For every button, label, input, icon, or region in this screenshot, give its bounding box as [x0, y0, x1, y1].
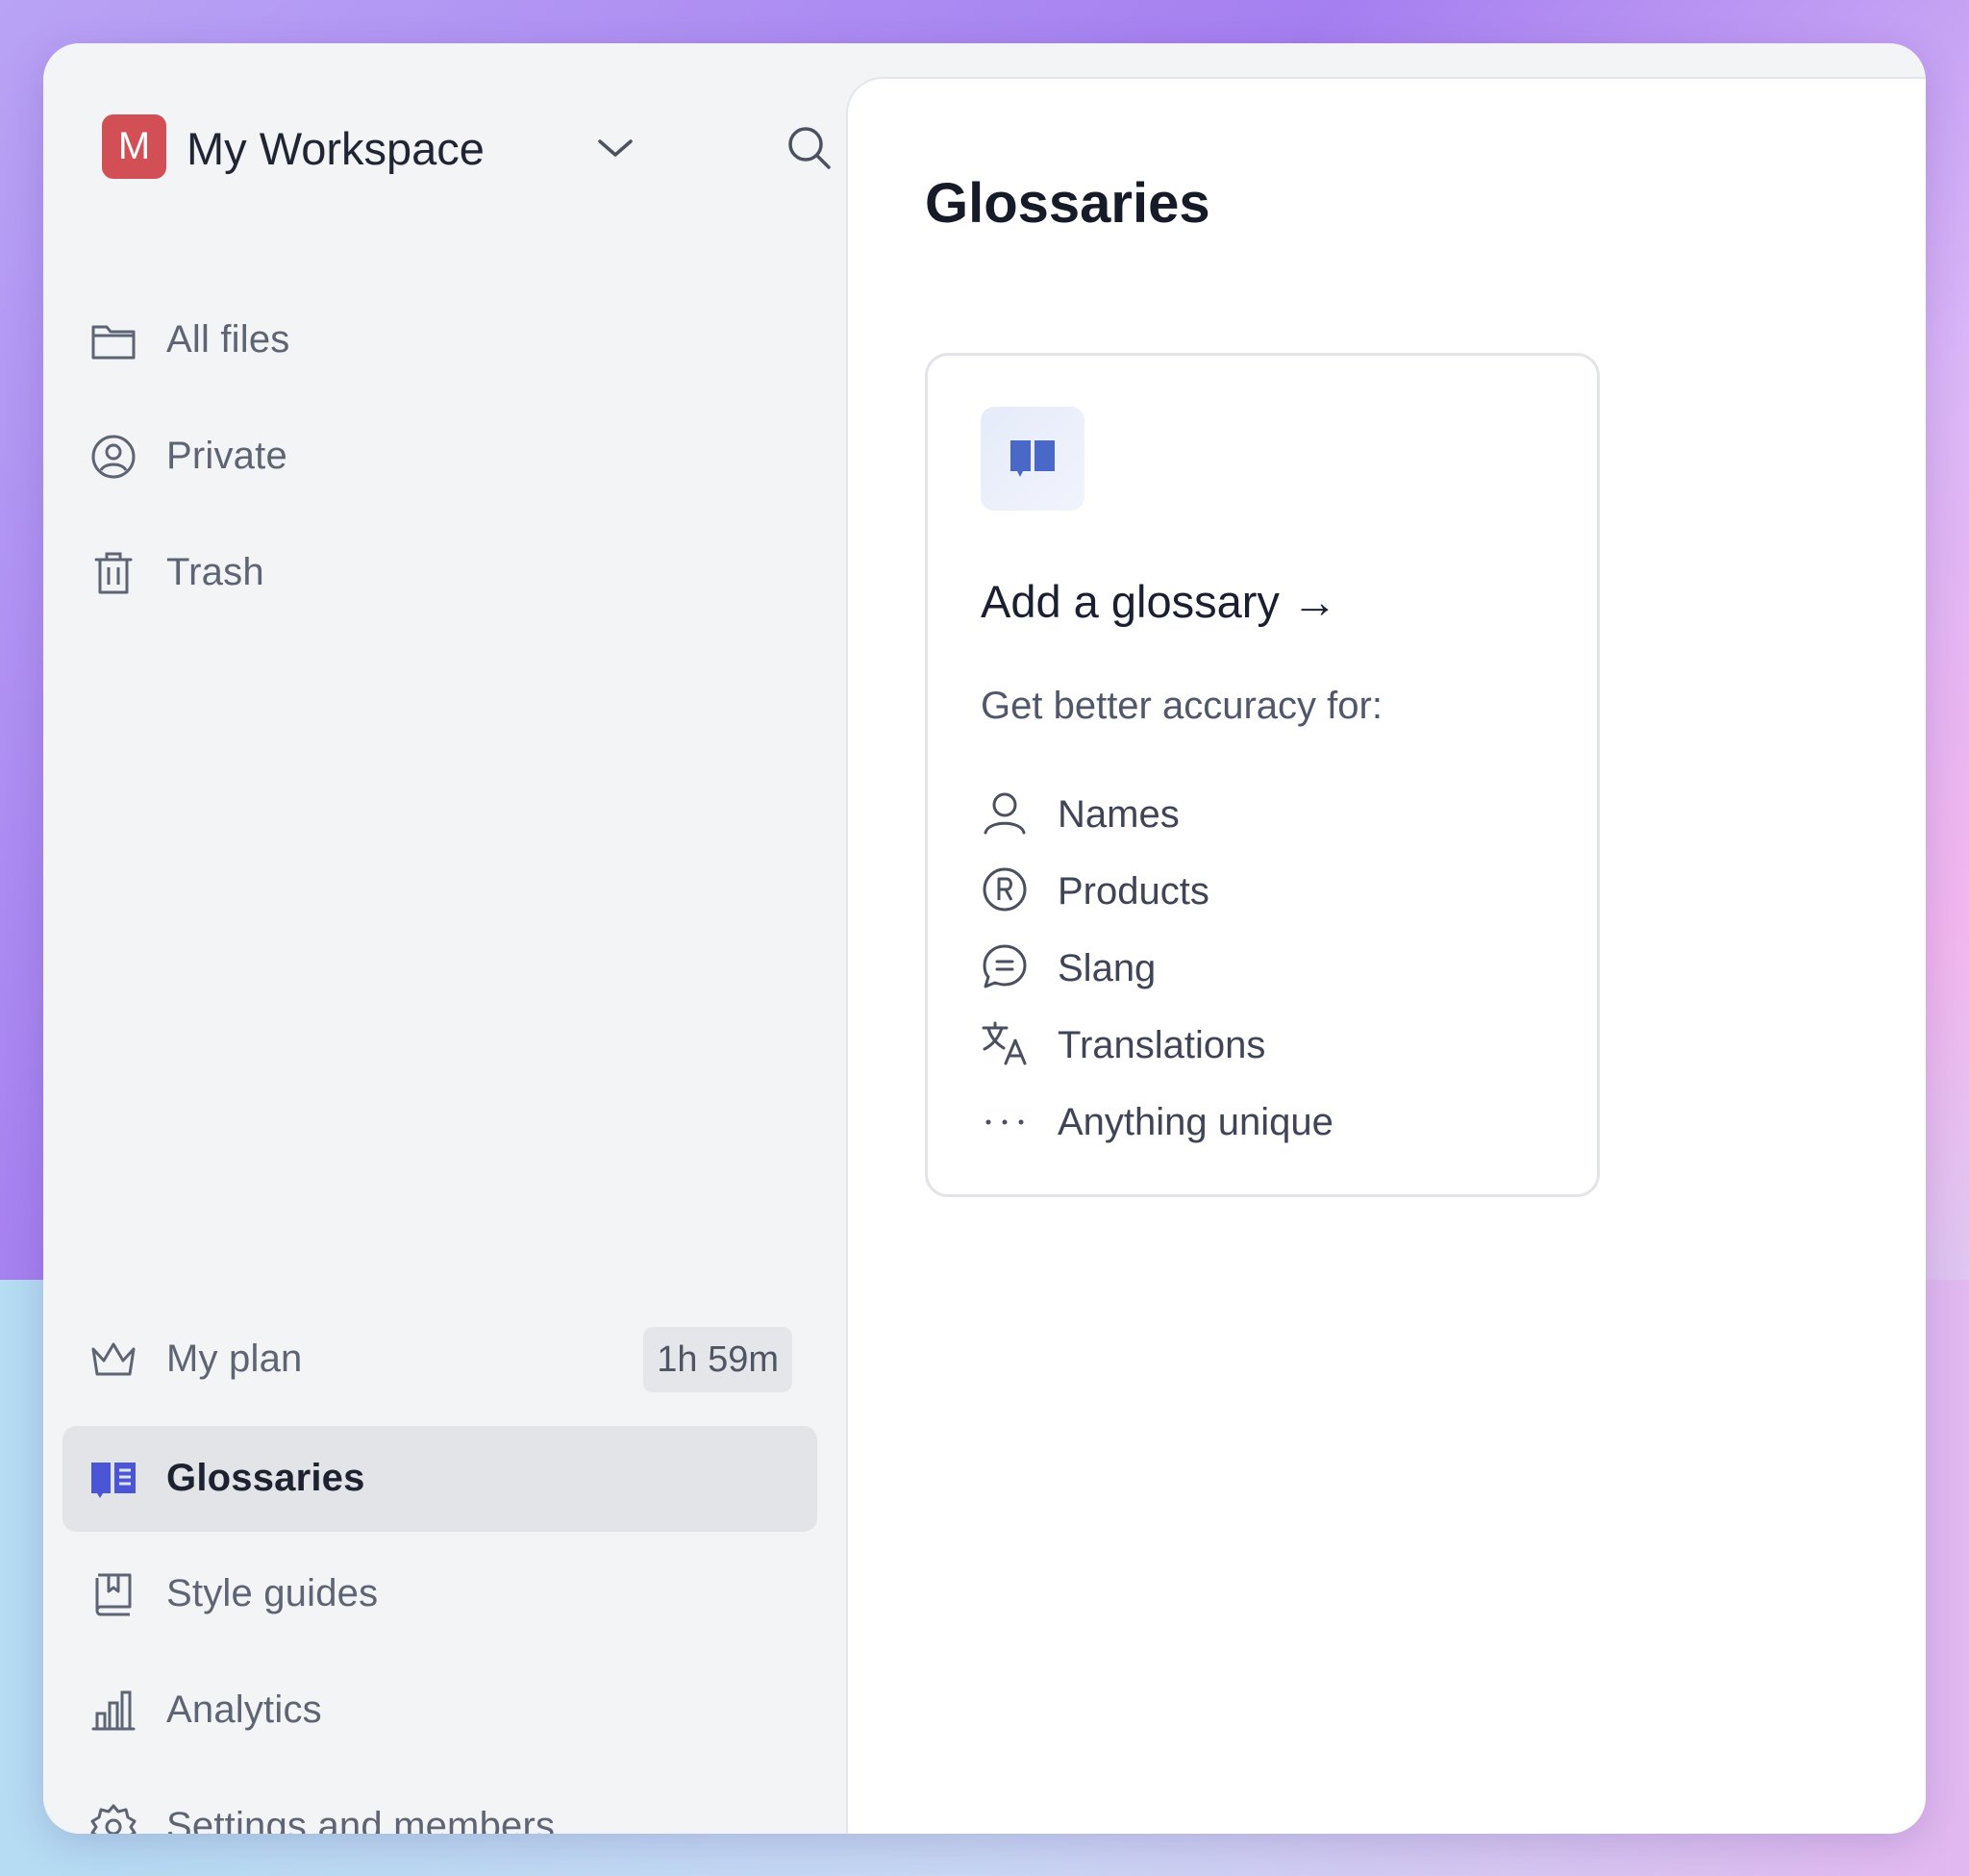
main-panel: Glossaries Add a glossary → Get better a…: [846, 77, 1926, 1834]
feature-label: Names: [1058, 793, 1180, 836]
card-subtitle: Get better accuracy for:: [981, 685, 1383, 727]
feature-label: Slang: [1058, 947, 1157, 989]
person-icon: [981, 788, 1029, 837]
translate-icon: [981, 1019, 1029, 1067]
glossary-book-icon: [981, 407, 1084, 511]
sidebar-item-settings[interactable]: Settings and members: [62, 1774, 817, 1834]
sidebar-item-private[interactable]: Private: [62, 404, 817, 510]
bar-chart-icon: [89, 1687, 137, 1735]
sidebar-item-style-guides[interactable]: Style guides: [62, 1541, 817, 1647]
plan-time-badge: 1h 59m: [643, 1327, 792, 1392]
feature-label: Products: [1058, 870, 1209, 913]
sidebar-item-label: Glossaries: [166, 1457, 365, 1499]
sidebar-item-label: Settings and members: [166, 1805, 556, 1834]
sidebar-item-label: Private: [166, 435, 287, 477]
feature-label: Anything unique: [1058, 1101, 1333, 1143]
chat-bubble-icon: [981, 942, 1029, 990]
sidebar-item-analytics[interactable]: Analytics: [62, 1658, 817, 1763]
sidebar-item-label: My plan: [166, 1338, 303, 1380]
chevron-down-icon[interactable]: [594, 132, 636, 164]
feature-item-slang: Slang: [981, 938, 1558, 995]
trash-icon: [89, 549, 137, 597]
feature-item-anything-unique: Anything unique: [981, 1091, 1558, 1149]
search-icon[interactable]: [785, 124, 834, 172]
bookmark-book-icon: [89, 1570, 137, 1618]
sidebar-item-label: Trash: [166, 551, 264, 593]
workspace-avatar: M: [102, 114, 166, 179]
sidebar-item-trash[interactable]: Trash: [62, 520, 817, 626]
sidebar-item-my-plan[interactable]: My plan 1h 59m: [62, 1307, 817, 1413]
feature-item-products: Products: [981, 861, 1558, 918]
workspace-header[interactable]: M My Workspace: [102, 114, 833, 182]
sidebar-item-label: Style guides: [166, 1572, 379, 1614]
sidebar-item-label: All files: [166, 318, 290, 361]
glossary-book-icon: [89, 1455, 137, 1503]
add-glossary-card[interactable]: Add a glossary → Get better accuracy for…: [925, 353, 1600, 1197]
ellipsis-icon: [981, 1096, 1029, 1144]
add-glossary-link[interactable]: Add a glossary →: [981, 575, 1337, 628]
app-window: M My Workspace All files Private Trash M…: [43, 43, 1926, 1834]
gear-icon: [89, 1803, 137, 1834]
feature-label: Translations: [1058, 1024, 1266, 1066]
registered-icon: [981, 865, 1029, 913]
page-title: Glossaries: [925, 172, 1210, 235]
workspace-name[interactable]: My Workspace: [187, 122, 485, 175]
sidebar-item-glossaries[interactable]: Glossaries: [62, 1426, 817, 1532]
feature-item-names: Names: [981, 784, 1558, 841]
user-circle-icon: [89, 433, 137, 481]
sidebar-item-all-files[interactable]: All files: [62, 288, 817, 393]
folder-icon: [89, 316, 137, 364]
crown-icon: [89, 1336, 137, 1384]
feature-item-translations: Translations: [981, 1014, 1558, 1072]
sidebar: M My Workspace All files Private Trash M…: [43, 43, 846, 1834]
sidebar-item-label: Analytics: [166, 1688, 322, 1731]
